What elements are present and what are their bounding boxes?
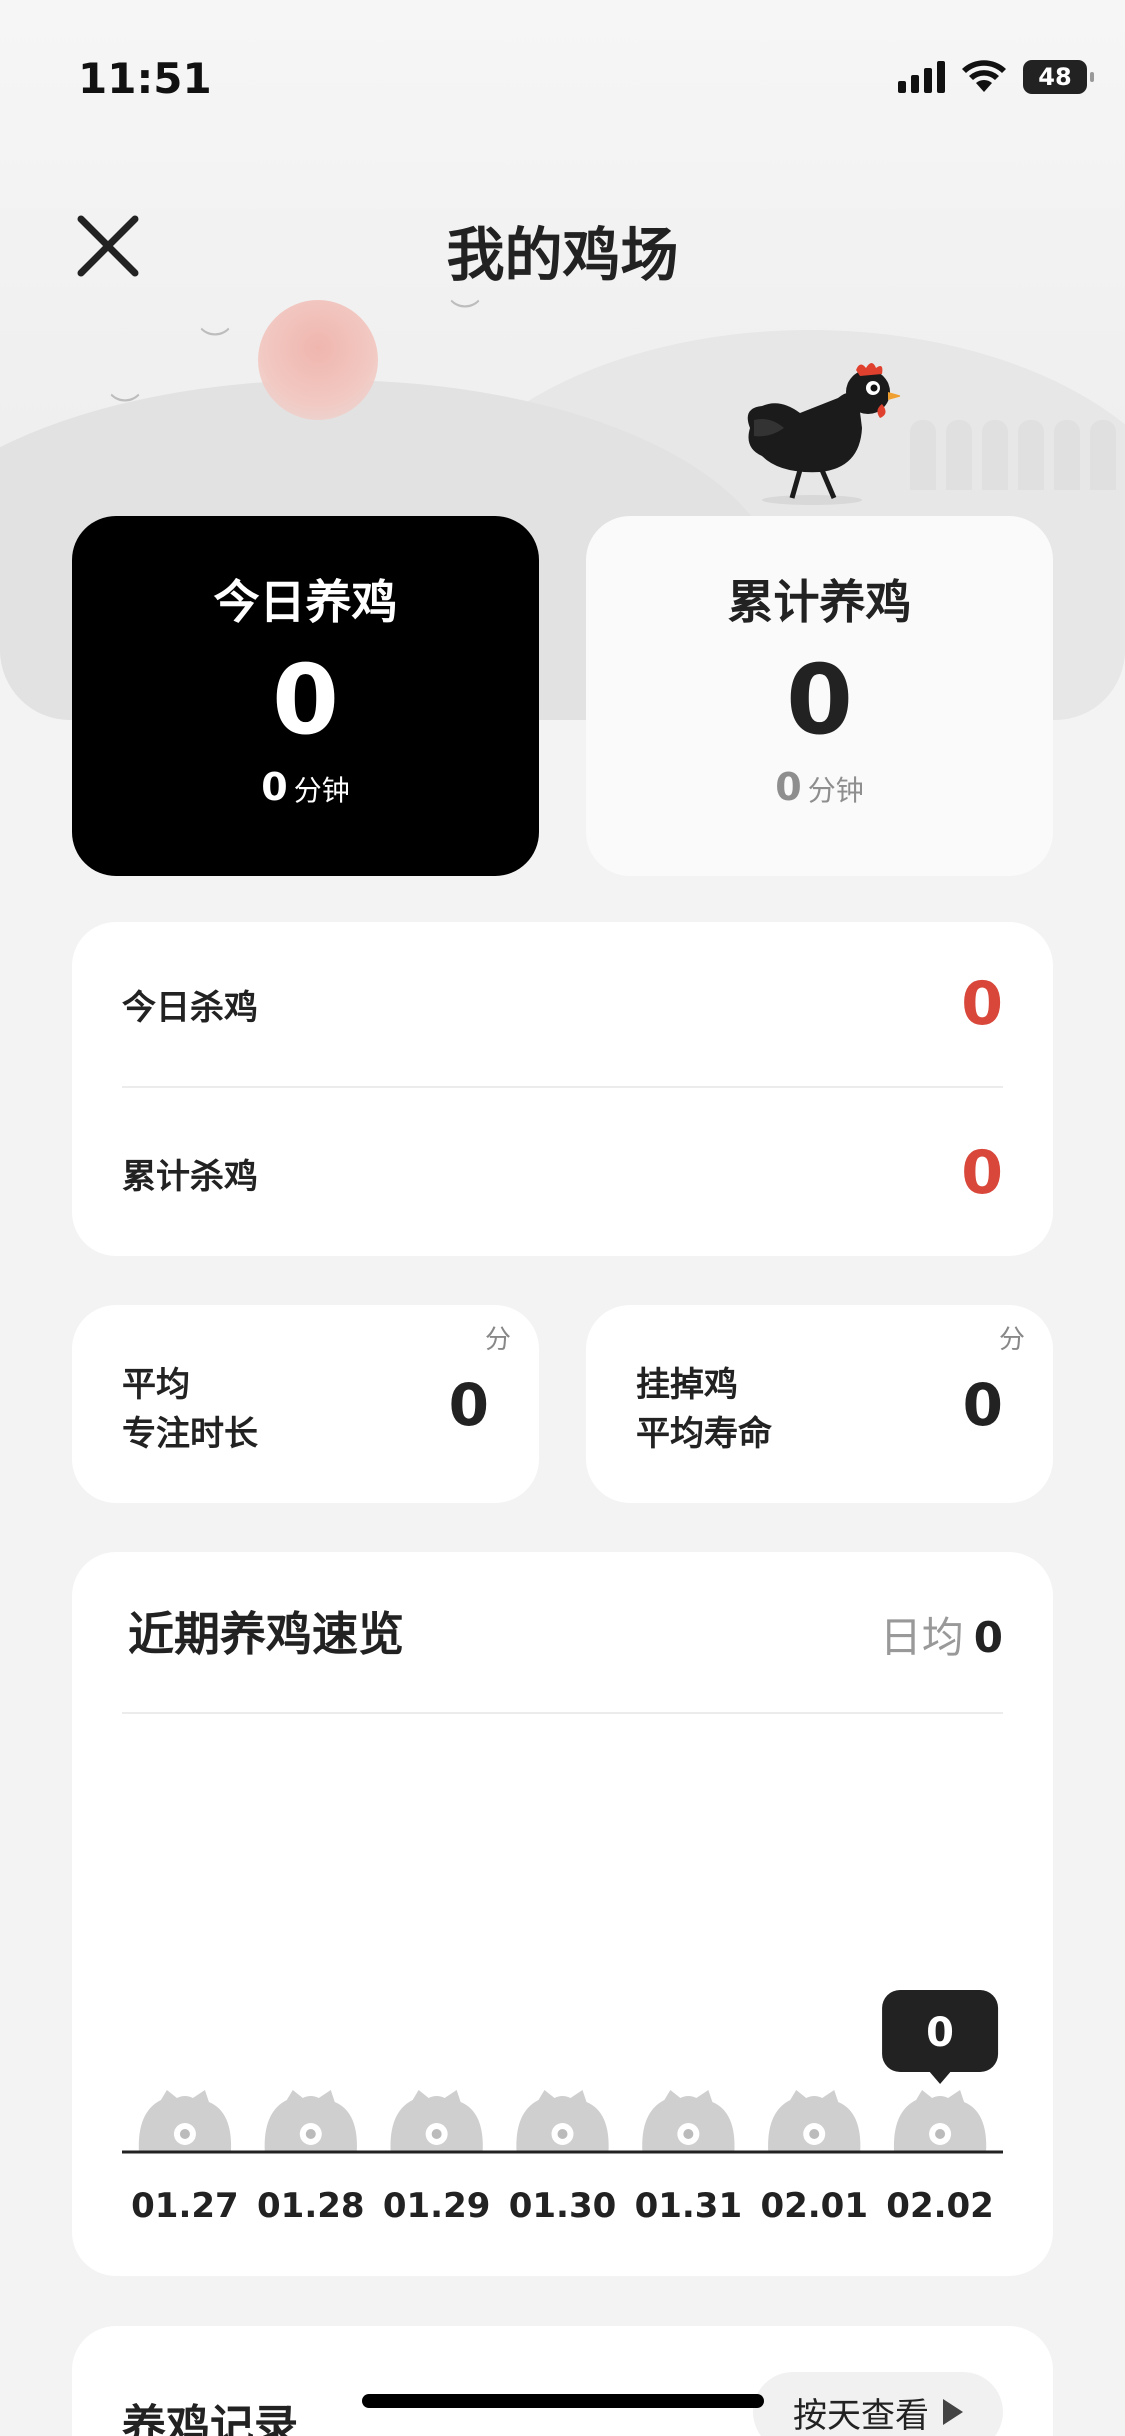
dead-life-card: 分 挂掉鸡 平均寿命 0 (586, 1305, 1053, 1503)
today-raise-title: 今日养鸡 (213, 575, 398, 629)
x-tick-label: 01.28 (257, 2186, 365, 2226)
chick-icon (138, 2090, 232, 2152)
home-indicator[interactable] (362, 2394, 764, 2408)
total-minutes-unit: 分钟 (807, 773, 864, 807)
bird-icon: ︶ (450, 298, 480, 333)
status-time: 11:51 (78, 54, 212, 103)
total-kills-value: 0 (961, 1138, 1003, 1208)
play-icon (943, 2399, 963, 2425)
x-tick-label: 01.30 (509, 2186, 617, 2226)
chick-icon (893, 2090, 987, 2152)
x-tick-label: 02.01 (760, 2186, 868, 2226)
fence (910, 420, 1116, 490)
today-kills-row: 今日杀鸡 0 (122, 922, 1003, 1088)
recent-chart: 01.27 01.28 01.29 01.30 01.31 02.01 02.02 0 (122, 1990, 1003, 2226)
total-kills-label: 累计杀鸡 (122, 1156, 258, 1197)
signal-icon (898, 61, 945, 93)
total-raise-count: 0 (786, 644, 853, 756)
avg-focus-label-line2: 专注时长 (122, 1414, 258, 1455)
tooltip-value: 0 (926, 2010, 954, 2056)
chicken-icon (747, 363, 900, 505)
avg-focus-unit: 分 (484, 1325, 511, 1355)
status-bar: 11:51 48 (0, 0, 1125, 150)
today-kills-value: 0 (961, 969, 1003, 1039)
value-tooltip: 0 (882, 1990, 999, 2084)
today-raise-minutes: 0 分钟 (72, 765, 539, 809)
chick-icon (516, 2090, 609, 2152)
x-tick-label: 01.31 (635, 2186, 743, 2226)
total-raise-card: 累计养鸡 0 0 分钟 (586, 516, 1053, 876)
dead-life-label-line2: 平均寿命 (636, 1414, 772, 1455)
chick-icon (768, 2090, 861, 2152)
view-by-day-label: 按天查看 (793, 2395, 929, 2436)
dead-life-unit: 分 (998, 1325, 1025, 1355)
chick-icon (264, 2090, 357, 2152)
status-icons: 48 (898, 60, 1094, 94)
wifi-icon (962, 60, 1006, 92)
battery-icon: 48 (1023, 60, 1094, 94)
dead-life-label-line1: 挂掉鸡 (636, 1365, 738, 1405)
avg-focus-card: 分 平均 专注时长 0 (72, 1305, 539, 1503)
total-minutes-value: 0 (775, 764, 802, 809)
dead-life-value: 0 (962, 1371, 1003, 1439)
bird-icon: ︶ (200, 326, 230, 361)
today-raise-card: 今日养鸡 0 0 分钟 (72, 516, 539, 876)
x-tick-label: 02.02 (886, 2186, 994, 2226)
total-kills-row: 累计杀鸡 0 (122, 1090, 1003, 1256)
avg-focus-label: 平均 专注时长 (122, 1361, 258, 1460)
today-minutes-value: 0 (261, 764, 288, 809)
today-raise-count: 0 (272, 644, 339, 756)
bird-icon: ︶ (110, 392, 140, 427)
chick-icon (390, 2090, 483, 2152)
total-raise-title: 累计养鸡 (727, 575, 912, 629)
avg-focus-label-line1: 平均 (122, 1365, 190, 1405)
today-kills-label: 今日杀鸡 (122, 987, 258, 1028)
recent-overview-card: 近期养鸡速览 日均 0 01.27 01.28 01.29 01.30 01.31 02.0… (72, 1552, 1053, 2276)
records-card: 养鸡记录 按天查看 (72, 2326, 1053, 2436)
dead-life-label: 挂掉鸡 平均寿命 (636, 1361, 772, 1460)
view-by-day-button[interactable]: 按天查看 (753, 2372, 1003, 2436)
today-minutes-unit: 分钟 (293, 773, 350, 807)
kills-card: 今日杀鸡 0 累计杀鸡 0 (72, 922, 1053, 1256)
x-tick-label: 01.27 (131, 2186, 239, 2226)
x-tick-label: 01.29 (383, 2186, 491, 2226)
chick-icon (642, 2090, 735, 2152)
sun (258, 300, 378, 420)
avg-focus-value: 0 (448, 1371, 489, 1439)
records-title: 养鸡记录 (122, 2401, 298, 2436)
total-raise-minutes: 0 分钟 (586, 765, 1053, 809)
page-title: 我的鸡场 (446, 221, 679, 289)
